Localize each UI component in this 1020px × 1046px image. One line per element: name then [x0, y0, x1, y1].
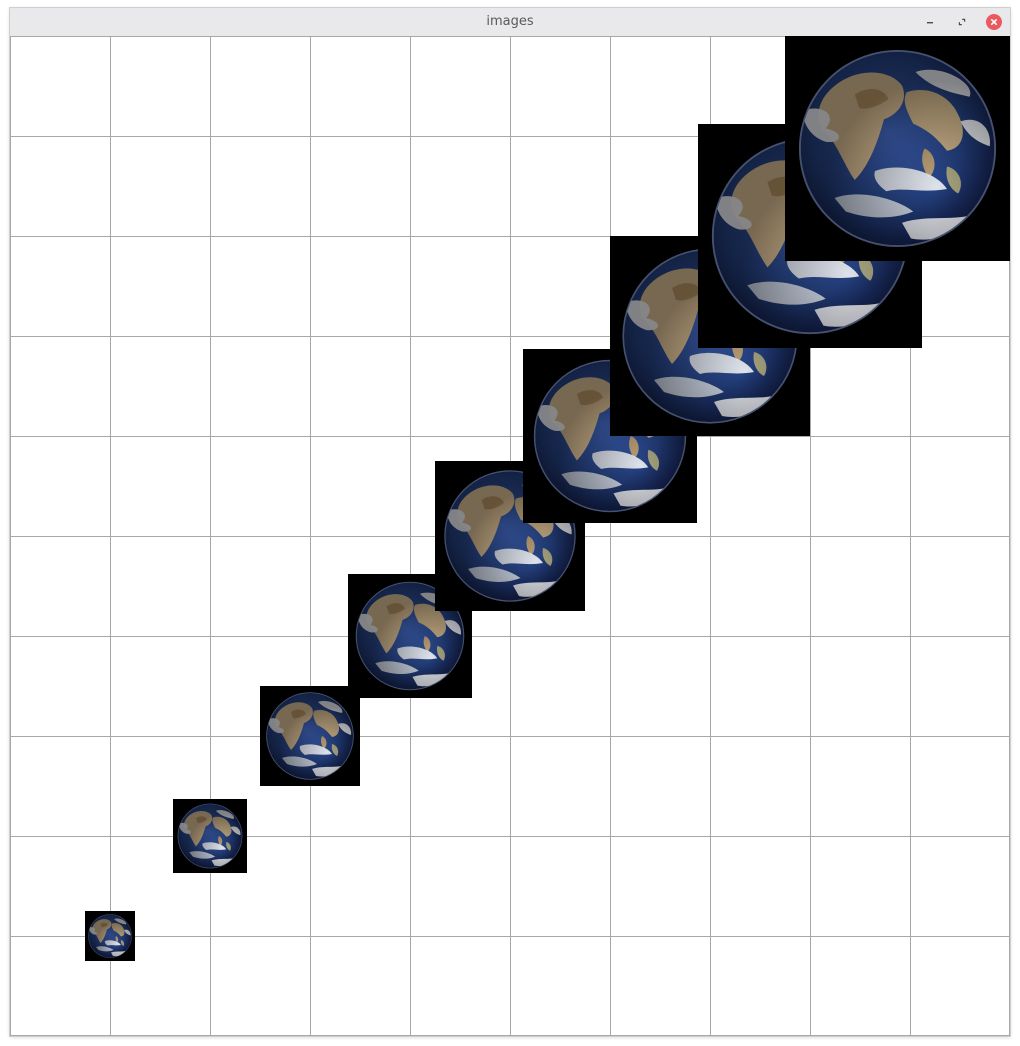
window-title: images [486, 14, 534, 29]
close-icon [989, 17, 999, 27]
grid-line-vertical [310, 36, 311, 1036]
minimize-button[interactable] [922, 14, 938, 30]
earth-image [85, 911, 135, 961]
grid-line-vertical [410, 36, 411, 1036]
restore-icon [957, 17, 967, 27]
grid-line-vertical [210, 36, 211, 1036]
earth-image [173, 799, 247, 873]
maximize-button[interactable] [954, 14, 970, 30]
grid-line-vertical [610, 36, 611, 1036]
close-button[interactable] [986, 14, 1002, 30]
app-window: images [10, 8, 1010, 1036]
minimize-icon [925, 17, 935, 27]
earth-image [785, 36, 1010, 261]
title-bar[interactable]: images [10, 8, 1010, 37]
earth-image [260, 686, 360, 786]
grid-line-vertical [10, 36, 11, 1036]
grid-line-vertical [110, 36, 111, 1036]
image-canvas [10, 36, 1010, 1036]
